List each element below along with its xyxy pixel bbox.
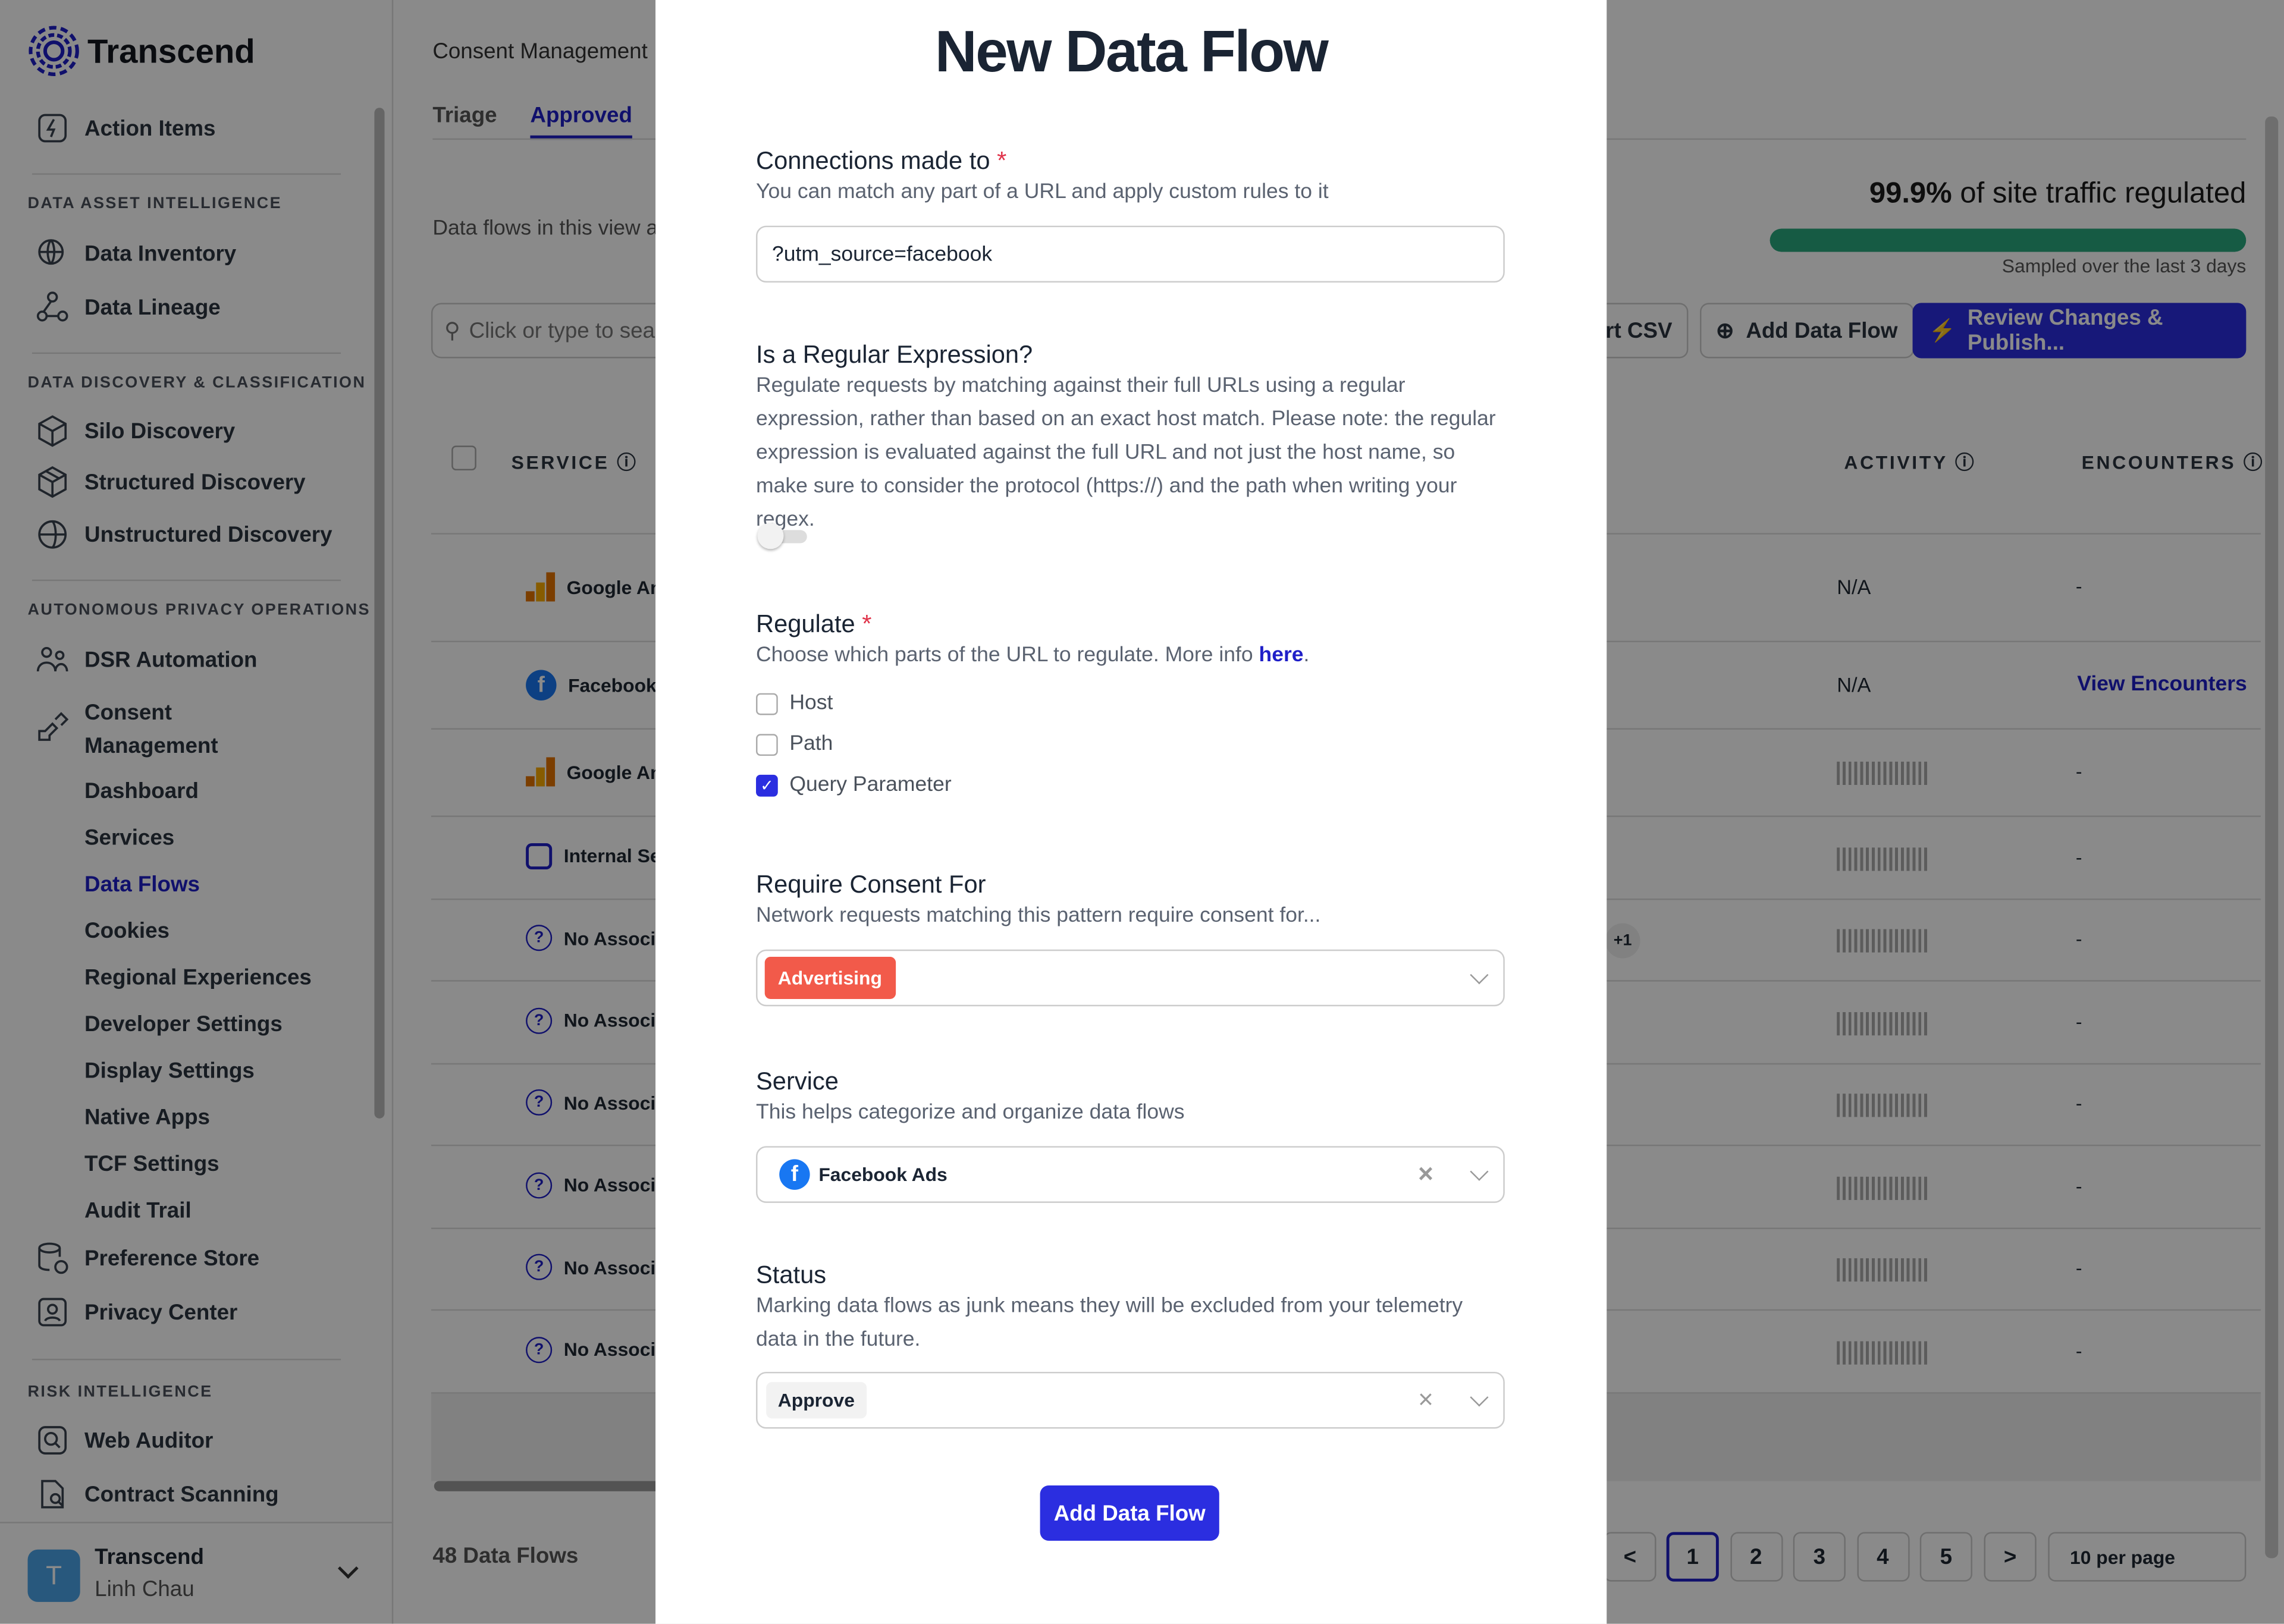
clear-icon[interactable]: × [1418, 1159, 1433, 1189]
connections-input[interactable]: ?utm_source=facebook [756, 225, 1505, 283]
status-select[interactable]: Approve × [756, 1371, 1505, 1429]
path-checkbox[interactable]: Path [756, 733, 833, 756]
clear-icon[interactable]: × [1418, 1385, 1433, 1415]
value: Facebook Ads [818, 1163, 948, 1186]
text: Regulate [756, 610, 855, 638]
modal-title: New Data Flow [934, 20, 1329, 85]
query-parameter-checkbox[interactable]: ✓ Query Parameter [756, 773, 952, 797]
more-info-link[interactable]: here [1259, 643, 1304, 667]
regulate-hint: Choose which parts of the URL to regulat… [756, 643, 1310, 667]
new-data-flow-modal: New Data Flow Connections made to * You … [655, 0, 1607, 1624]
checkbox[interactable] [756, 733, 778, 755]
status-hint: Marking data flows as junk means they wi… [756, 1295, 1463, 1352]
required-mark: * [997, 147, 1007, 175]
consent-purpose-select[interactable]: Advertising [756, 949, 1505, 1007]
consent-hint: Network requests matching this pattern r… [756, 904, 1321, 928]
service-hint: This helps categorize and organize data … [756, 1101, 1185, 1124]
required-mark: * [862, 610, 872, 638]
label: Host [789, 692, 833, 715]
facebook-icon: f [779, 1159, 810, 1190]
label: Query Parameter [789, 773, 952, 797]
chevron-down-icon [1470, 1388, 1489, 1407]
text: Connections made to [756, 147, 990, 175]
advertising-tag[interactable]: Advertising [764, 956, 895, 1000]
checkmark-icon[interactable]: ✓ [756, 774, 778, 796]
status-label: Status [756, 1261, 827, 1289]
service-select[interactable]: f Facebook Ads × [756, 1146, 1505, 1203]
regex-label: Is a Regular Expression? [756, 341, 1033, 369]
value: ?utm_source=facebook [771, 242, 993, 266]
regulate-label: Regulate * [756, 610, 872, 639]
consent-label: Require Consent For [756, 871, 986, 899]
label: Path [789, 732, 833, 756]
regex-hint: Regulate requests by matching against th… [756, 374, 1496, 532]
regex-toggle[interactable] [757, 523, 810, 549]
submit-add-data-flow-button[interactable]: Add Data Flow [1040, 1485, 1219, 1541]
chevron-down-icon [1470, 966, 1489, 985]
status-tag: Approve [766, 1382, 867, 1419]
host-checkbox[interactable]: Host [756, 692, 833, 715]
connections-hint: You can match any part of a URL and appl… [756, 180, 1329, 204]
connections-label: Connections made to * [756, 147, 1006, 176]
service-label: Service [756, 1067, 839, 1095]
text: Choose which parts of the URL to regulat… [756, 643, 1259, 667]
chevron-down-icon [1470, 1162, 1489, 1181]
checkbox[interactable] [756, 692, 778, 715]
